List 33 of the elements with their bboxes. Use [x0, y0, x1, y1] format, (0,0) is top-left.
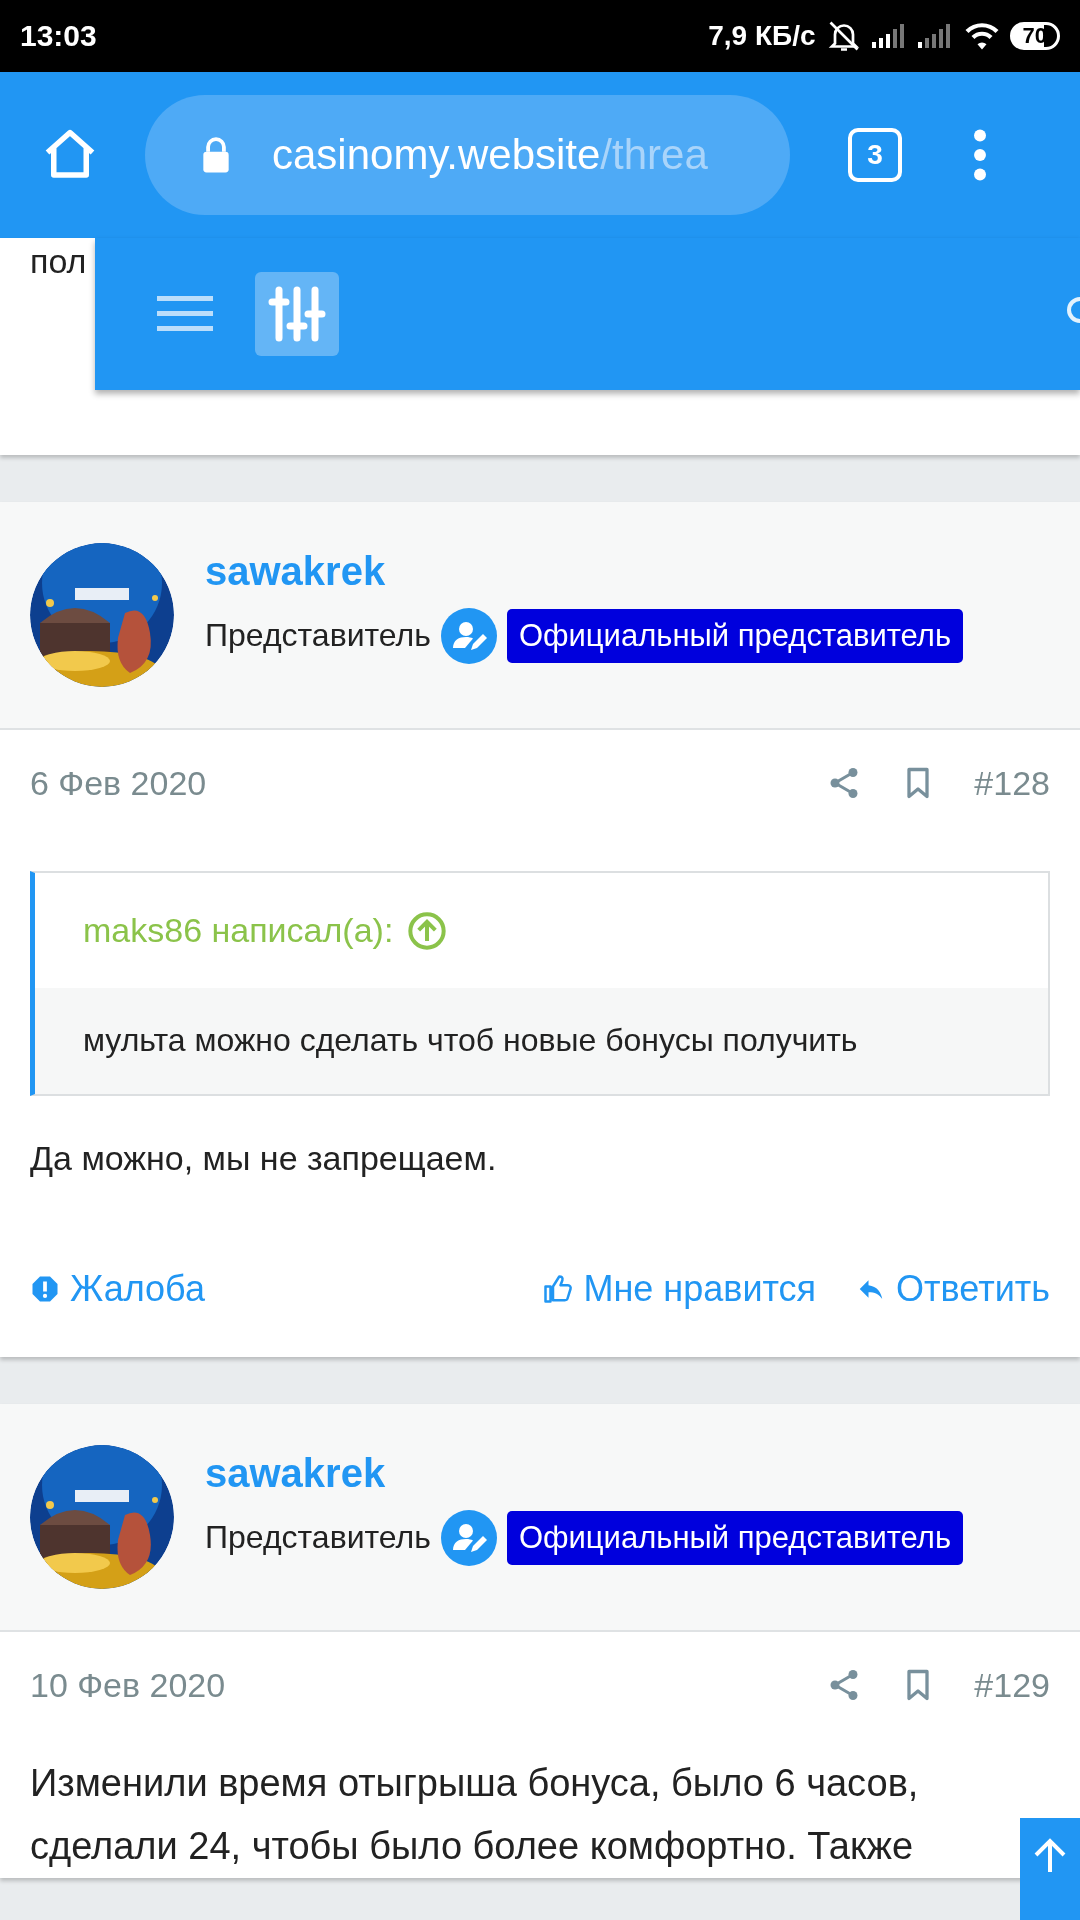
role-badge: Официальный представитель [506, 1510, 964, 1565]
reply-link[interactable]: Ответить [856, 1268, 1050, 1310]
role-badge: Официальный представитель [506, 608, 964, 663]
menu-icon[interactable] [972, 129, 988, 181]
network-speed: 7,9 КБ/с [708, 20, 816, 52]
filter-icon[interactable] [255, 272, 339, 356]
warning-icon [30, 1274, 60, 1304]
username-link[interactable]: sawakrek [205, 548, 964, 594]
scroll-to-top-button[interactable] [1020, 1818, 1080, 1920]
user-edit-icon [440, 1509, 497, 1566]
quote-text: мульта можно сделать чтоб новые бонусы получить [83, 1021, 859, 1060]
quote-author: maks86 написал(а): [83, 911, 394, 950]
tab-count-button[interactable]: 3 [848, 128, 902, 182]
address-bar[interactable]: casinomy.website/threa [145, 95, 790, 215]
arrow-up-circle-icon[interactable] [407, 910, 448, 951]
url-text: casinomy.website/threa [272, 131, 708, 179]
report-link[interactable]: Жалоба [30, 1268, 205, 1310]
clock: 13:03 [20, 19, 97, 53]
post-text: пол [30, 241, 88, 282]
username-link[interactable]: sawakrek [205, 1450, 964, 1496]
like-link[interactable]: Мне нравится [543, 1268, 817, 1310]
post-number-link[interactable]: #128 [974, 763, 1050, 803]
user-role: Представитель [205, 1519, 431, 1556]
user-role: Представитель [205, 617, 431, 654]
lock-icon [200, 136, 232, 174]
post-date: 6 Фев 2020 [30, 763, 207, 803]
menu-icon[interactable] [157, 294, 213, 334]
user-edit-icon [440, 607, 497, 664]
post-text: Да можно, мы не запрещаем. [30, 1138, 498, 1179]
thumbs-up-icon [543, 1274, 574, 1304]
post-date: 10 Фев 2020 [30, 1665, 226, 1705]
post-number-link[interactable]: #129 [974, 1665, 1050, 1705]
post-text: Изменили время отыгрыша бонуса, было 6 часов, сделали 24, чтобы было более комфортно. Также [30, 1761, 920, 1869]
